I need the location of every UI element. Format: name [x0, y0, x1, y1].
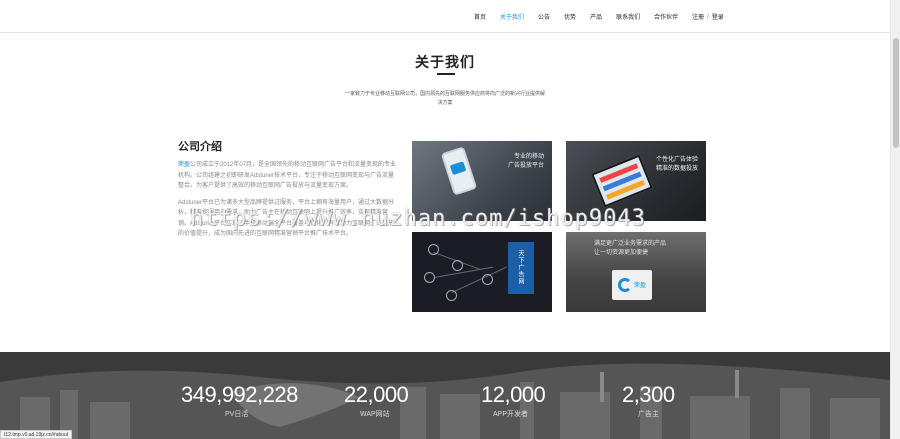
city-skyline-image [0, 352, 890, 439]
stats-banner: 349,992,228 PV日活 22,000 WAP网站 12,000 APP… [0, 352, 890, 439]
title-underline [437, 73, 455, 75]
nav-login-link[interactable]: 登录 [712, 12, 724, 21]
tile-1-caption: 专业的移动 广告投放平台 [508, 153, 544, 171]
nav-separator: / [707, 13, 709, 20]
feature-tile-network: 天下广告网 [412, 232, 552, 312]
brand-logo-card: 荣盈 [612, 270, 652, 300]
nav-item-products[interactable]: 产品 [590, 12, 602, 21]
nav-item-partners[interactable]: 合作伙伴 [654, 12, 678, 21]
stat-label-app: APP开发者 [493, 411, 529, 418]
tile-2-caption-line-1: 个性化广告体验 [655, 157, 698, 163]
network-node-icon [446, 290, 457, 301]
main-nav: 首页 关于我们 公告 优势 产品 联系我们 合作伙伴 注册 / 登录 [474, 12, 724, 22]
tablet-illustration [591, 154, 653, 208]
network-node-icon [482, 274, 493, 285]
network-node-icon [428, 244, 439, 255]
brand-name-link[interactable]: 荣盈 [178, 162, 190, 168]
tile-1-caption-line-2: 广告投放平台 [507, 163, 544, 169]
brand-logo-text: 荣盈 [634, 283, 647, 289]
stat-label-pv: PV日活 [225, 411, 249, 418]
brand-logo-icon [618, 278, 632, 292]
stat-value-advertisers: 2,300 [622, 382, 675, 407]
scrollbar-thumb[interactable] [893, 38, 899, 148]
stat-label-wap: WAP网站 [360, 411, 390, 418]
company-paragraph-1-text: 公司成立于2012年07月，是全国领先的移动互联网广告平台和流量变现的专业机构。… [178, 162, 397, 189]
top-navbar: 首页 关于我们 公告 优势 产品 联系我们 合作伙伴 注册 / 登录 [0, 0, 890, 33]
tile-1-caption-line-1: 专业的移动 [513, 154, 544, 160]
about-intro-text: 一家致力于专业移动互联网公司，国内领先的互联网服务供应商将向广泛的新兴行业提供解… [345, 91, 546, 106]
feature-tile-products: 满足更广泛业务需求的产品 让一切资源更加便捷 荣盈 [566, 232, 706, 312]
tile-4-caption-line-2: 让一切资源更加便捷 [594, 250, 649, 256]
network-line [452, 266, 507, 293]
browser-status-url: t12.tmp.v0.ad.19jz.cn/#about [0, 430, 73, 439]
nav-register-link[interactable]: 注册 [692, 12, 704, 21]
about-section-title: 关于我们 [415, 54, 475, 70]
app-logo-icon [449, 161, 467, 176]
nav-item-notice[interactable]: 公告 [538, 12, 550, 21]
tile-4-caption: 满足更广泛业务需求的产品 让一切资源更加便捷 [594, 240, 666, 258]
nav-item-advantage[interactable]: 优势 [564, 12, 576, 21]
phone-illustration [440, 146, 478, 196]
stat-label-advertisers: 广告主 [638, 411, 659, 418]
site-watermark: https://www.huzhan.com/ishop9043 [190, 206, 646, 231]
tile-2-caption: 个性化广告体验 精准的数据投放 [656, 156, 698, 174]
company-intro-title: 公司介绍 [178, 141, 222, 153]
nav-item-home[interactable]: 首页 [474, 12, 486, 21]
stat-value-pv: 349,992,228 [181, 382, 298, 407]
stat-value-app: 12,000 [481, 382, 546, 407]
tile-2-caption-line-2: 精准的数据投放 [655, 166, 698, 172]
company-paragraph-1: 荣盈公司成立于2012年07月，是全国领先的移动互联网广告平台和流量变现的专业机… [178, 160, 398, 192]
nav-item-about[interactable]: 关于我们 [500, 12, 524, 21]
network-node-icon [452, 260, 463, 271]
vertical-scrollbar[interactable] [890, 0, 900, 439]
network-node-icon [424, 272, 435, 283]
nav-item-contact[interactable]: 联系我们 [616, 12, 640, 21]
stat-value-wap: 22,000 [344, 382, 409, 407]
company-intro-body: 荣盈公司成立于2012年07月，是全国领先的移动互联网广告平台和流量变现的专业机… [178, 160, 398, 246]
billboard-sign-text: 天下广告网 [517, 250, 523, 285]
tile-4-caption-line-1: 满足更广泛业务需求的产品 [594, 241, 667, 247]
